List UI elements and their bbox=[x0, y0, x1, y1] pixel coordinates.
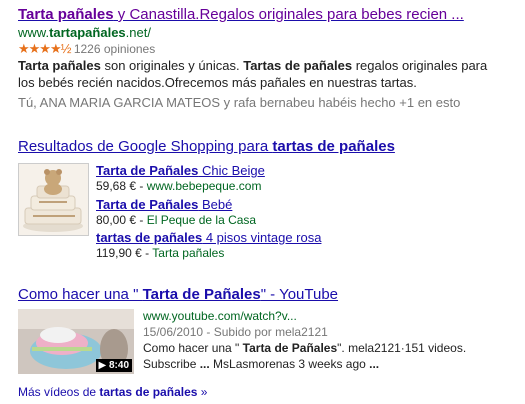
product-image[interactable] bbox=[18, 163, 89, 236]
product-name-bold: tartas de pañales bbox=[96, 230, 203, 245]
snippet-bold: Tarta pañales bbox=[18, 58, 101, 73]
video-title-bold: Tarta de Pañales bbox=[142, 286, 261, 303]
result-url: www.tartapañales.net/ bbox=[18, 25, 151, 40]
product-price-row: 59,68 € - www.bebepeque.com bbox=[96, 179, 261, 193]
video-title-link[interactable]: Como hacer una " Tarta de Pañales" - You… bbox=[18, 286, 338, 303]
video-title-text: Como hacer una " bbox=[18, 286, 143, 303]
star-rating-icon: ★★★★½ bbox=[18, 41, 71, 56]
product-price: 80,00 € - bbox=[96, 213, 147, 227]
review-count: 1226 opiniones bbox=[73, 42, 156, 56]
result-title-text: y Canastilla.Regalos originales para beb… bbox=[113, 6, 464, 23]
product-store: Tarta pañales bbox=[152, 246, 225, 260]
product-link[interactable]: Tarta de Pañales Bebé bbox=[96, 197, 232, 212]
result-title-bold: Tarta pañales bbox=[18, 6, 114, 23]
product-item: Tarta de Pañales Bebé bbox=[96, 196, 232, 214]
more-videos-link[interactable]: Más vídeos de tartas de pañales » bbox=[18, 385, 207, 399]
more-videos-text: Más vídeos de bbox=[18, 385, 100, 399]
video-title-text: " - YouTube bbox=[260, 286, 339, 303]
result-snippet-line1: Tarta pañales son originales y únicas. T… bbox=[18, 57, 487, 74]
social-annotation: Tú, ANA MARIA GARCIA MATEOS y rafa berna… bbox=[18, 95, 461, 110]
video-duration-badge: ▶ 8:40 bbox=[95, 359, 132, 372]
video-description-line2: Subscribe ... MsLasmorenas 3 weeks ago .… bbox=[143, 357, 379, 371]
video-date: 15/06/2010 - Subido por mela2121 bbox=[143, 325, 328, 339]
product-price-row: 80,00 € - El Peque de la Casa bbox=[96, 213, 256, 227]
desc-text: Como hacer una " bbox=[143, 341, 243, 355]
product-name-bold: Tarta de Pañales bbox=[96, 163, 199, 178]
snippet-text: son originales y únicas. bbox=[100, 58, 244, 73]
rating-row: ★★★★½ 1226 opiniones bbox=[18, 41, 155, 57]
video-description-line1: Como hacer una " Tarta de Pañales". mela… bbox=[143, 341, 466, 355]
product-price-row: 119,90 € - Tarta pañales bbox=[96, 246, 224, 260]
video-thumbnail[interactable]: ▶ 8:40 bbox=[18, 309, 134, 374]
more-videos-arrow: » bbox=[197, 385, 208, 399]
product-link[interactable]: Tarta de Pañales Chic Beige bbox=[96, 163, 265, 178]
product-name-bold: Tarta de Pañales bbox=[96, 197, 199, 212]
desc-text: ". mela2121·151 videos. bbox=[337, 341, 467, 355]
product-item: Tarta de Pañales Chic Beige bbox=[96, 162, 265, 180]
desc-bold: Tarta de Pañales bbox=[242, 341, 338, 355]
desc-bold: ... bbox=[199, 357, 210, 371]
shopping-header-bold: tartas de pañales bbox=[272, 138, 395, 155]
product-name: 4 pisos vintage rosa bbox=[202, 230, 322, 245]
url-suffix: .net/ bbox=[125, 25, 151, 40]
desc-text: Subscribe bbox=[143, 357, 200, 371]
product-store: www.bebepeque.com bbox=[146, 179, 262, 193]
desc-text: MsLasmorenas 3 weeks ago bbox=[209, 357, 370, 371]
snippet-text: regalos originales para bbox=[352, 58, 488, 73]
snippet-bold: Tartas de pañales bbox=[243, 58, 353, 73]
shopping-header-link[interactable]: Resultados de Google Shopping para tarta… bbox=[18, 138, 395, 155]
product-item: tartas de pañales 4 pisos vintage rosa bbox=[96, 229, 321, 247]
video-url: www.youtube.com/watch?v... bbox=[143, 309, 297, 323]
url-bold: tartapañales bbox=[49, 25, 126, 40]
shopping-header-text: Resultados de Google Shopping para bbox=[18, 138, 273, 155]
product-link[interactable]: tartas de pañales 4 pisos vintage rosa bbox=[96, 230, 321, 245]
product-name: Chic Beige bbox=[198, 163, 265, 178]
product-price: 59,68 € - bbox=[96, 179, 147, 193]
product-name: Bebé bbox=[198, 197, 233, 212]
desc-bold: ... bbox=[369, 357, 380, 371]
result-title-link[interactable]: Tarta pañales y Canastilla.Regalos origi… bbox=[18, 6, 464, 23]
product-store: El Peque de la Casa bbox=[146, 213, 257, 227]
more-videos-bold: tartas de pañales bbox=[99, 385, 198, 399]
product-price: 119,90 € - bbox=[96, 246, 153, 260]
url-prefix: www. bbox=[18, 25, 50, 40]
result-snippet-line2: los bebés recién nacidos.Ofrecemos más p… bbox=[18, 75, 417, 90]
